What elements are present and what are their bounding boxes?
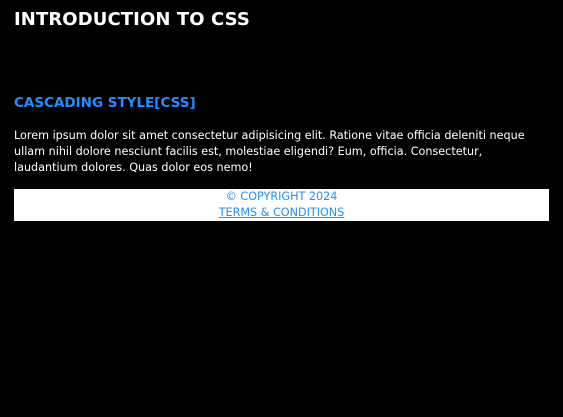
page-title: INTRODUCTION TO CSS bbox=[14, 9, 250, 30]
footer: © COPYRIGHT 2024 TERMS & CONDITIONS bbox=[14, 189, 549, 221]
body-paragraph: Lorem ipsum dolor sit amet consectetur a… bbox=[14, 129, 525, 174]
terms-and-conditions-link[interactable]: TERMS & CONDITIONS bbox=[219, 205, 345, 221]
copyright-text: © COPYRIGHT 2024 bbox=[225, 190, 338, 203]
section-heading: CASCADING STYLE[CSS] bbox=[14, 95, 196, 111]
